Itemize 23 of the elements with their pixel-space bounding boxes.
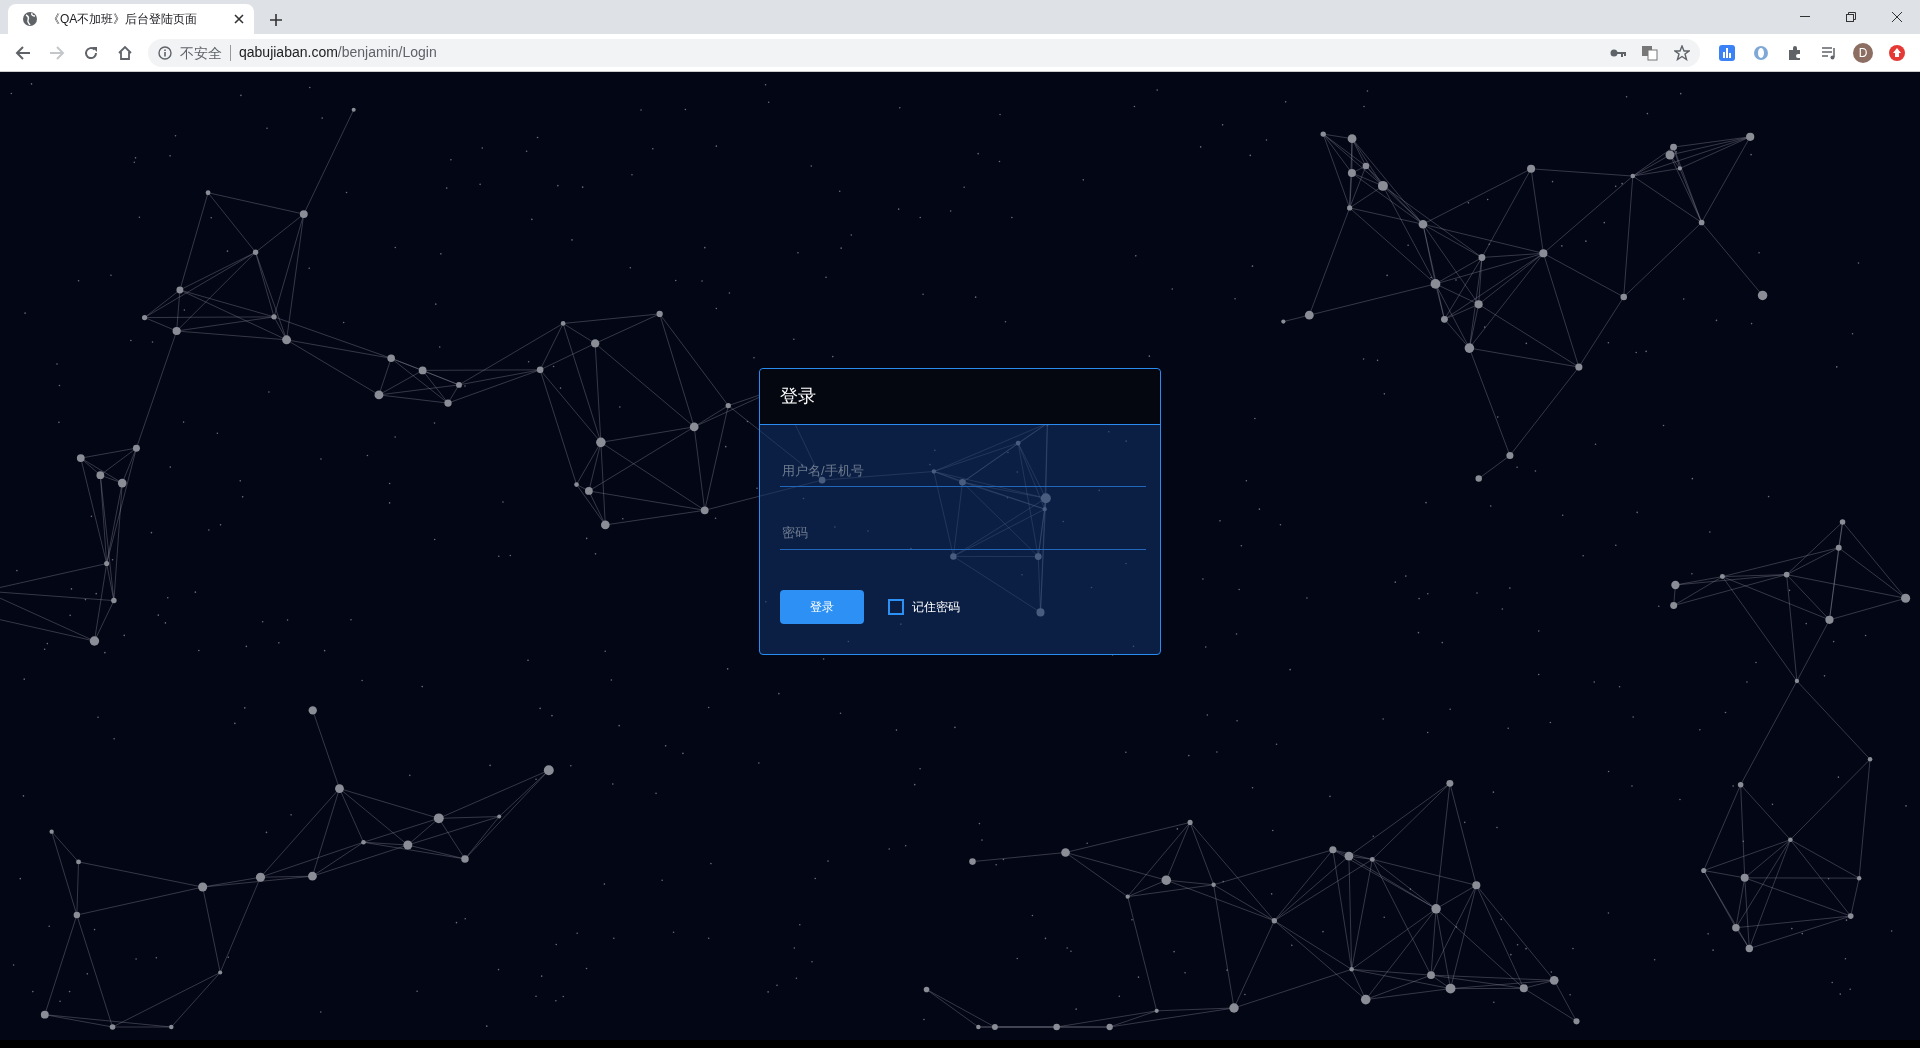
address-bar[interactable]: 不安全 qabujiaban.com/benjamin/Login [148, 38, 1700, 67]
login-title: 登录 [780, 384, 816, 408]
reload-icon[interactable] [83, 44, 99, 61]
url-text: qabujiaban.com/benjamin/Login [239, 43, 437, 62]
close-icon[interactable] [1892, 12, 1902, 22]
star-icon[interactable] [1674, 44, 1690, 61]
home-icon[interactable] [117, 44, 133, 61]
key-icon[interactable] [1610, 48, 1626, 57]
security-label: 不安全 [180, 44, 231, 61]
minimize-icon[interactable] [1800, 16, 1810, 18]
remember-checkbox[interactable] [888, 598, 904, 615]
globe-icon [22, 11, 38, 27]
back-icon[interactable] [15, 44, 31, 61]
info-icon[interactable] [158, 45, 172, 60]
password-field[interactable]: 密码 [780, 511, 1146, 550]
restore-icon[interactable] [1846, 12, 1856, 22]
new-tab-icon[interactable] [270, 14, 282, 26]
username-field[interactable]: 用户名/手机号 [780, 448, 1146, 487]
tab-title: 《QA不加班》后台登陆页面 [48, 11, 199, 28]
close-icon[interactable] [234, 14, 244, 24]
browser-tab[interactable]: 《QA不加班》后台登陆页面 [8, 4, 254, 34]
translate-icon[interactable] [1642, 44, 1658, 61]
remember-label: 记住密码 [912, 598, 960, 616]
